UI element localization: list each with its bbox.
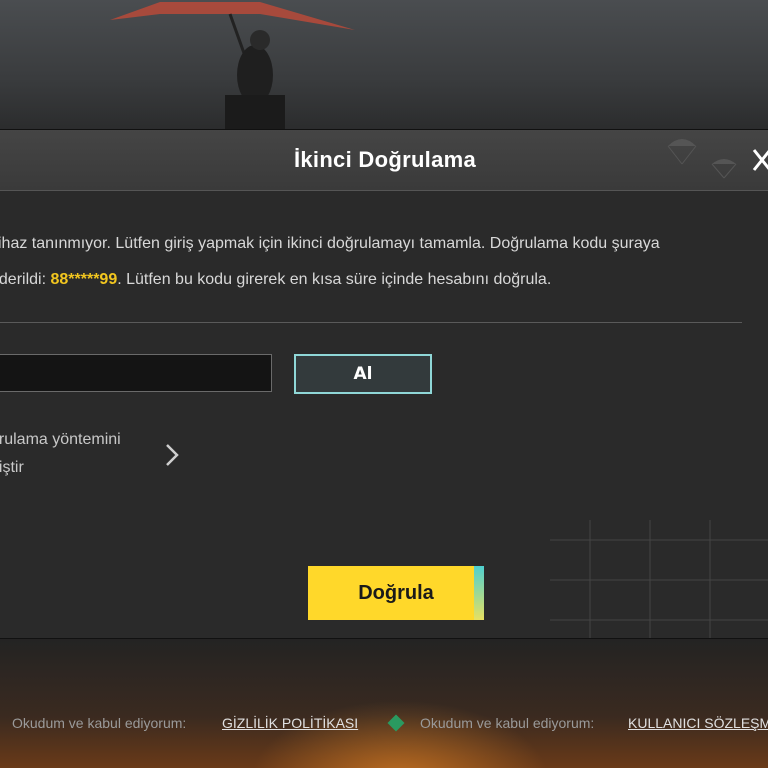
message-suffix: . Lütfen bu kodu girerek en kısa süre iç… [117, 271, 552, 288]
user-agreement-link[interactable]: KULLANICI SÖZLEŞM [628, 708, 768, 738]
message-line-1: cihaz tanınmıyor. Lütfen giriş yapmak iç… [0, 235, 660, 252]
verification-code-input[interactable] [0, 354, 272, 392]
privacy-policy-link[interactable]: GİZLİLİK POLİTİKASI [222, 708, 358, 738]
get-code-button[interactable]: Al [294, 354, 432, 394]
change-verification-method-link[interactable]: ğrulama yöntemini ğiştir [0, 426, 190, 486]
change-method-label: ğrulama yöntemini ğiştir [0, 426, 150, 482]
dialog-title: İkinci Doğrulama [293, 147, 477, 172]
change-method-line-1: ğrulama yöntemini [0, 431, 121, 448]
message-line-2: nderildi: 88*****99. Lütfen bu kodu gire… [0, 262, 768, 298]
masked-phone-code: 88*****99 [50, 271, 118, 288]
parachute-decoration-icon [667, 139, 737, 179]
message-prefix: nderildi: [0, 271, 47, 288]
hang-glider-illustration [110, 2, 355, 130]
diamond-check-icon[interactable] [387, 714, 405, 732]
verify-button[interactable]: Doğrula [308, 566, 484, 620]
close-icon[interactable] [748, 140, 768, 180]
game-screen: İkinci Doğrulama cihaz tanınmıyor. Lütfe… [0, 0, 768, 768]
agreement-footer: Okudum ve kabul ediyorum: GİZLİLİK POLİT… [0, 708, 768, 738]
verification-message: cihaz tanınmıyor. Lütfen giriş yapmak iç… [0, 226, 768, 298]
agree-text-terms: Okudum ve kabul ediyorum: [420, 715, 595, 731]
divider [0, 322, 742, 323]
verify-button-label: Doğrula [358, 582, 434, 604]
chevron-right-icon [166, 444, 179, 466]
agree-text-privacy: Okudum ve kabul ediyorum: [12, 715, 187, 731]
second-verification-dialog: İkinci Doğrulama cihaz tanınmıyor. Lütfe… [0, 130, 768, 638]
grid-decoration [550, 520, 768, 638]
change-method-line-2: ğiştir [0, 459, 24, 476]
